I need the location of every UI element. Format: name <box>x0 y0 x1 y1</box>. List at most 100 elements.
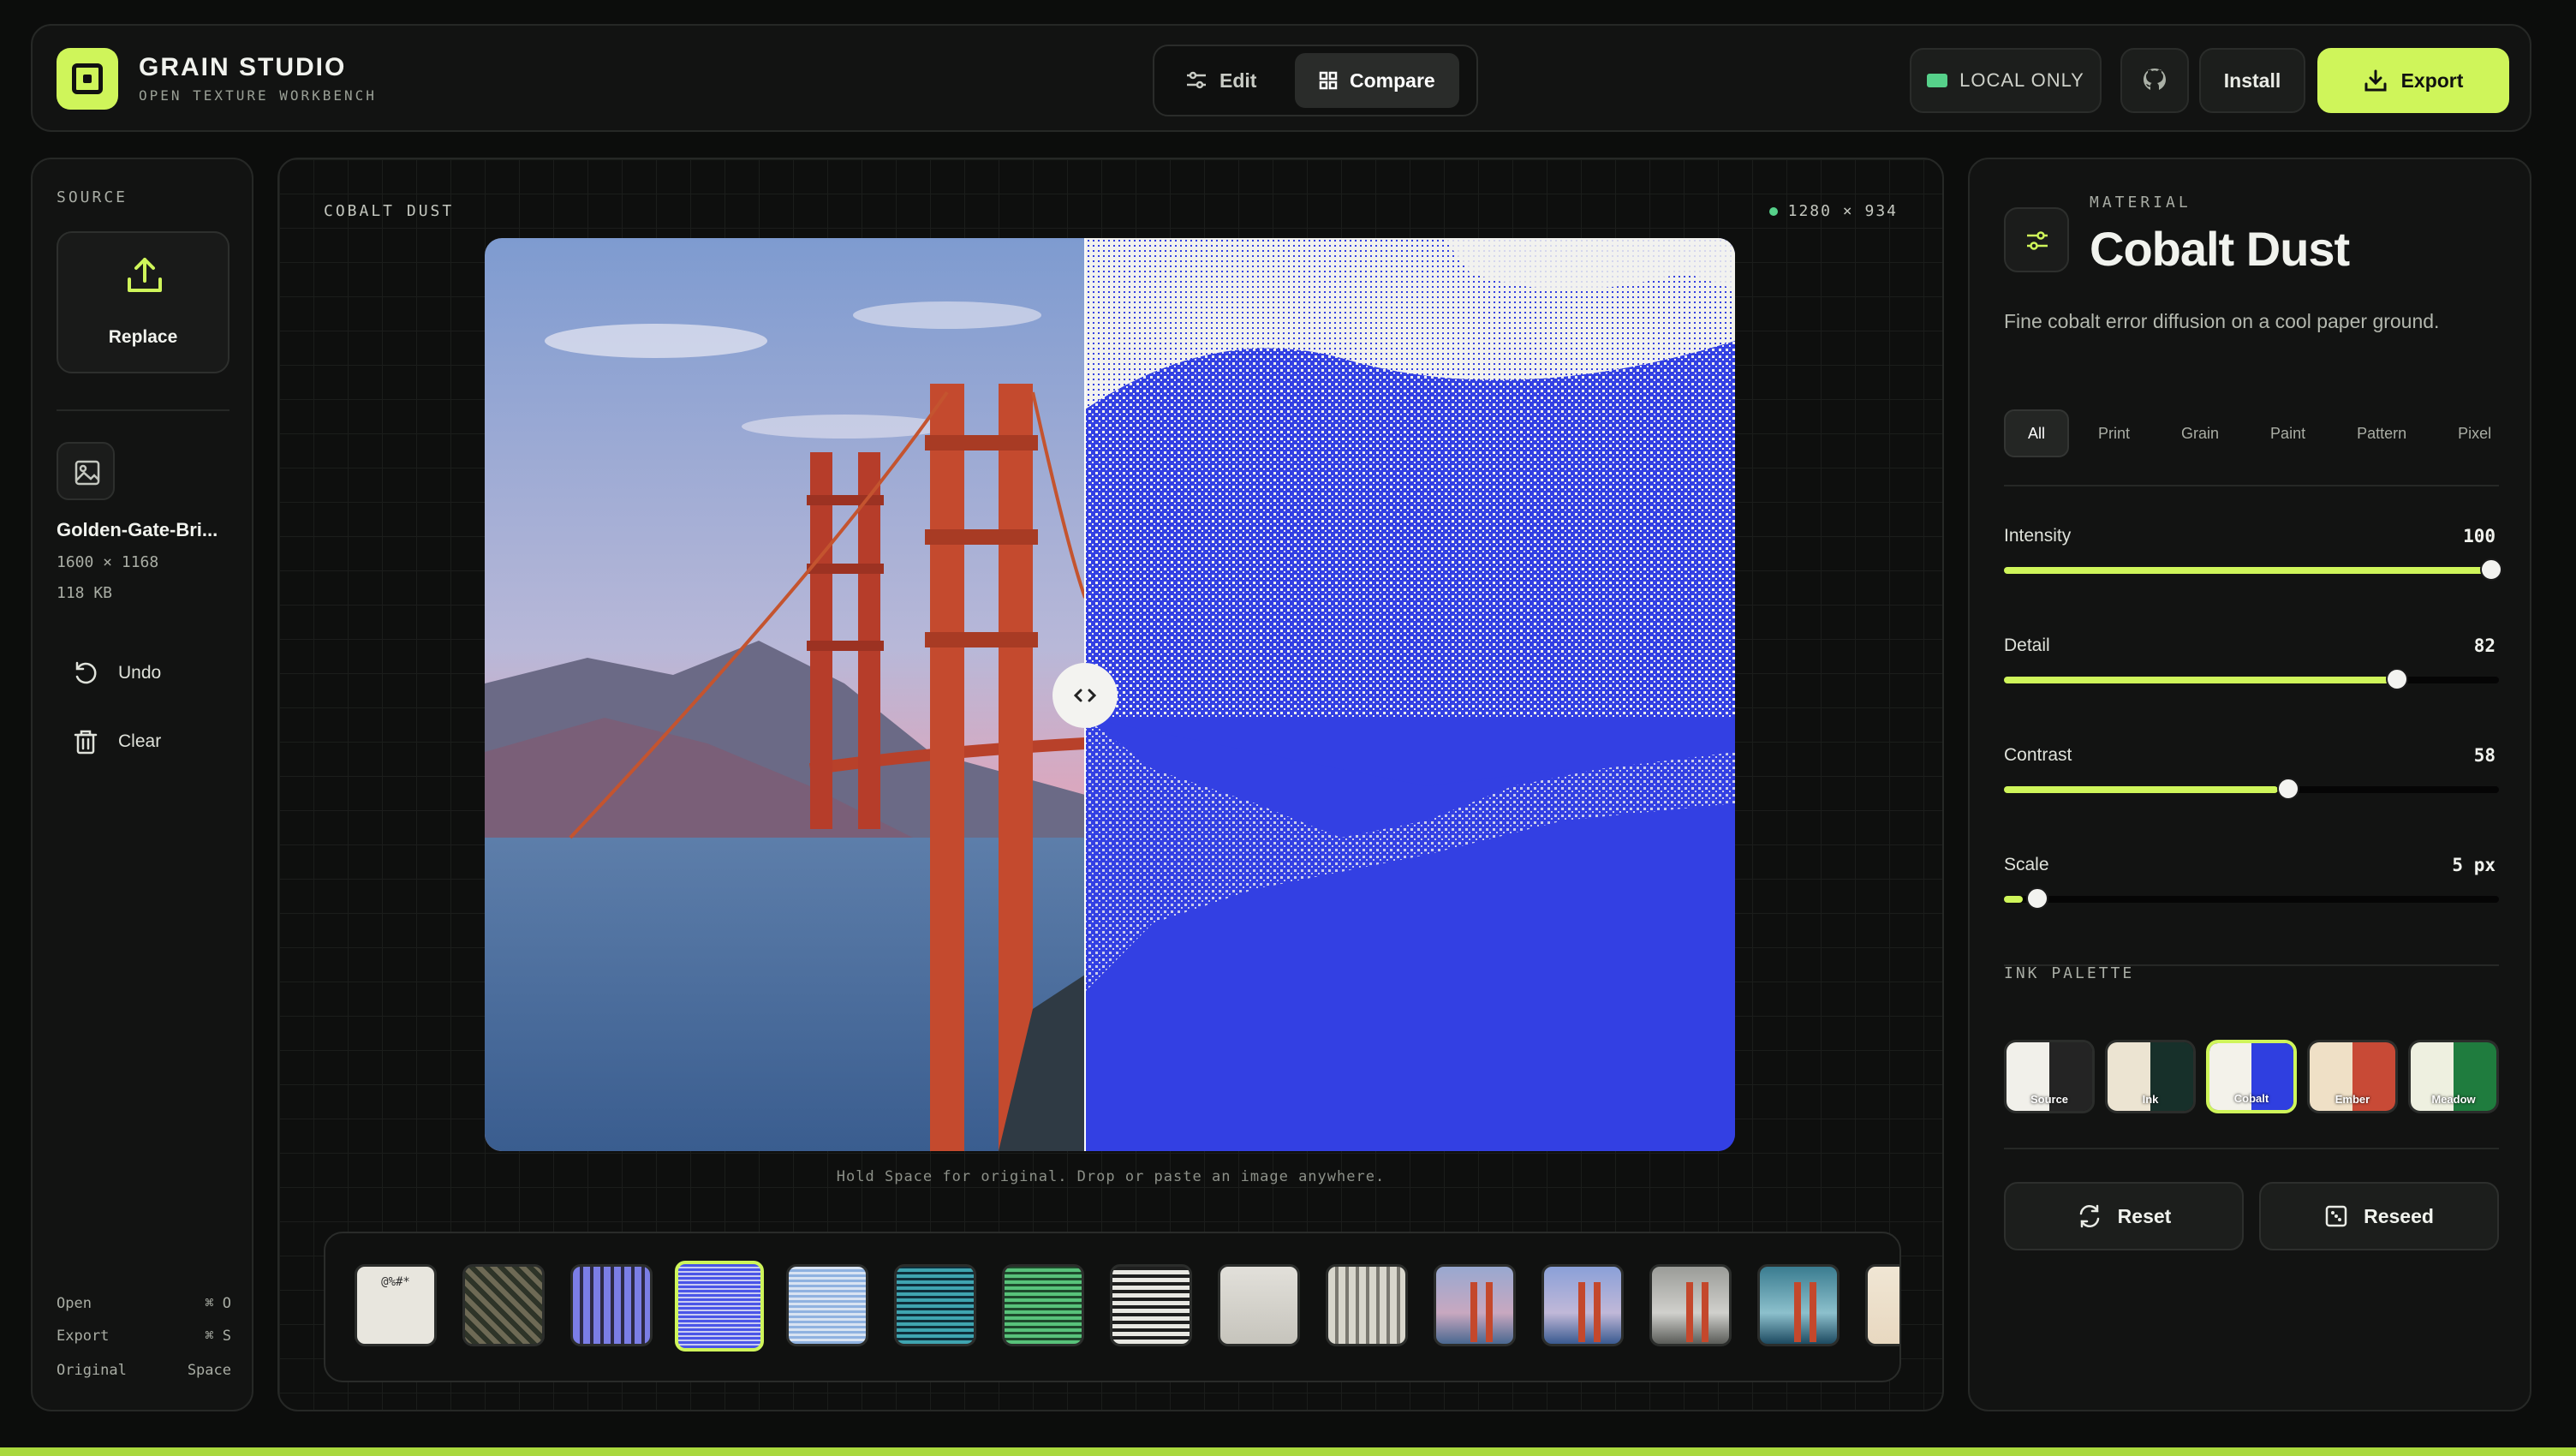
app-title: GRAIN STUDIO <box>139 53 347 81</box>
slider-fill <box>2004 896 2023 903</box>
replace-button[interactable]: Replace <box>57 231 230 373</box>
compare-image[interactable] <box>485 238 1735 1151</box>
material-name: Cobalt Dust <box>2090 222 2350 276</box>
tab-pixel[interactable]: Pixel <box>2436 409 2513 457</box>
sliders-icon <box>1187 71 1206 89</box>
preset-thumb-cobalt[interactable] <box>675 1261 764 1352</box>
slider-value-contrast: 58 <box>2473 745 2496 766</box>
bridge-tower-icon <box>1578 1282 1585 1342</box>
local-only-badge[interactable]: LOCAL ONLY <box>1910 48 2102 113</box>
undo-button[interactable]: Undo <box>72 659 161 687</box>
canvas-hint: Hold Space for original. Drop or paste a… <box>836 1168 1386 1185</box>
upload-icon <box>128 258 162 292</box>
reseed-label: Reseed <box>2364 1204 2434 1227</box>
slider-detail[interactable] <box>2004 668 2499 690</box>
file-dimensions: 1600 × 1168 <box>57 553 159 571</box>
ink-name: Source <box>2030 1093 2069 1106</box>
slider-knob[interactable] <box>2277 778 2299 800</box>
ink-name: Ember <box>2334 1093 2370 1106</box>
image-icon <box>75 460 100 486</box>
ink-palette-label: INK PALETTE <box>2004 964 2135 982</box>
ink-swatch-ember[interactable]: Ember <box>2307 1040 2398 1113</box>
canvas-dimensions: 1280 × 934 <box>1768 202 1898 220</box>
material-panel: MATERIAL Cobalt Dust Fine cobalt error d… <box>1968 158 2531 1411</box>
github-button[interactable] <box>2120 48 2189 113</box>
tab-print[interactable]: Print <box>2076 409 2152 457</box>
export-button[interactable]: Export <box>2317 48 2509 113</box>
download-icon <box>2364 69 2387 92</box>
slider-knob[interactable] <box>2386 668 2408 690</box>
material-icon-button[interactable] <box>2004 207 2069 272</box>
preset-thumb-ascii[interactable]: @%#* <box>355 1264 437 1346</box>
ink-name: Meadow <box>2431 1093 2476 1106</box>
ink-name: Cobalt <box>2233 1092 2269 1105</box>
mode-compare-button[interactable]: Compare <box>1295 53 1459 108</box>
slider-label-contrast: Contrast <box>2004 745 2072 765</box>
ink-swatch-source[interactable]: Source <box>2004 1040 2095 1113</box>
divider <box>2004 1148 2499 1149</box>
reseed-button[interactable]: Reseed <box>2259 1182 2499 1250</box>
category-tabs: All Print Grain Paint Pattern Pixel <box>2004 409 2513 457</box>
preset-thumb-bridge-teal[interactable] <box>1757 1264 1840 1346</box>
preset-thumb-mosaic[interactable] <box>462 1264 545 1346</box>
preset-thumb-teal[interactable] <box>894 1264 976 1346</box>
top-bar: GRAIN STUDIO OPEN TEXTURE WORKBENCH Edit… <box>31 24 2531 132</box>
refresh-icon <box>2079 1204 2099 1228</box>
tab-pattern[interactable]: Pattern <box>2334 409 2429 457</box>
split-handle[interactable] <box>1052 663 1118 728</box>
tab-grain[interactable]: Grain <box>2159 409 2241 457</box>
ink-swatch-meadow[interactable]: Meadow <box>2408 1040 2499 1113</box>
preset-thumb-halftone[interactable] <box>1110 1264 1192 1346</box>
undo-label: Undo <box>118 663 162 683</box>
mode-compare-label: Compare <box>1350 69 1435 92</box>
bridge-tower-icon <box>1594 1282 1601 1342</box>
shortcut-export: Export ⌘ S <box>57 1328 231 1345</box>
app-logo <box>57 48 118 110</box>
canvas-panel: COBALT DUST 1280 × 934 Hold Space for or… <box>277 158 1944 1411</box>
material-description: Fine cobalt error diffusion on a cool pa… <box>2004 310 2440 332</box>
mode-edit-label: Edit <box>1219 69 1257 92</box>
preset-thumb-weave[interactable] <box>1326 1264 1408 1346</box>
tab-all[interactable]: All <box>2004 409 2070 457</box>
shortcut-open: Open ⌘ O <box>57 1295 231 1312</box>
slider-contrast[interactable] <box>2004 778 2499 800</box>
preset-thumb-blueprint[interactable] <box>786 1264 868 1346</box>
slider-fill <box>2004 786 2278 793</box>
ink-swatch-cobalt[interactable]: Cobalt <box>2206 1040 2297 1113</box>
preset-thumb-fog[interactable] <box>1218 1264 1300 1346</box>
preset-thumb-bridge-mono[interactable] <box>1649 1264 1732 1346</box>
canvas-dimensions-text: 1280 × 934 <box>1787 202 1898 220</box>
preset-thumb-cross-stitch[interactable] <box>570 1264 653 1346</box>
preset-thumb-bridge-cool[interactable] <box>1541 1264 1624 1346</box>
adjust-icon <box>2027 231 2048 250</box>
bridge-tower-icon <box>1686 1282 1693 1342</box>
replace-label: Replace <box>108 327 178 347</box>
dice-icon <box>2325 1205 2347 1227</box>
preset-thumb-meadow[interactable] <box>1002 1264 1084 1346</box>
slider-value-detail: 82 <box>2473 636 2496 656</box>
mode-edit-button[interactable]: Edit <box>1161 53 1280 108</box>
bridge-tower-icon <box>1470 1282 1477 1342</box>
shortcut-original: Original Space <box>57 1362 231 1379</box>
bridge-tower-icon <box>1810 1282 1816 1342</box>
reset-button[interactable]: Reset <box>2004 1182 2244 1250</box>
preset-thumb-bridge-paper[interactable] <box>1865 1264 1899 1346</box>
local-only-label: LOCAL ONLY <box>1959 69 2084 91</box>
slider-intensity[interactable] <box>2004 558 2502 581</box>
tab-paint[interactable]: Paint <box>2248 409 2328 457</box>
install-button[interactable]: Install <box>2199 48 2305 113</box>
export-label: Export <box>2400 69 2464 92</box>
reset-label: Reset <box>2117 1204 2172 1227</box>
slider-knob[interactable] <box>2480 558 2502 581</box>
slider-label-intensity: Intensity <box>2004 526 2072 546</box>
preset-thumb-bridge-warm[interactable] <box>1434 1264 1516 1346</box>
clear-button[interactable]: Clear <box>72 728 161 755</box>
local-status-icon <box>1927 74 1948 87</box>
slider-knob[interactable] <box>2026 887 2048 910</box>
bridge-tower-icon <box>1486 1282 1493 1342</box>
slider-scale[interactable] <box>2004 887 2499 910</box>
ink-swatch-ink[interactable]: Ink <box>2105 1040 2196 1113</box>
mode-switch: Edit Compare <box>1153 45 1478 116</box>
slider-label-scale: Scale <box>2004 855 2049 874</box>
file-name: Golden-Gate-Bri... <box>57 519 218 540</box>
